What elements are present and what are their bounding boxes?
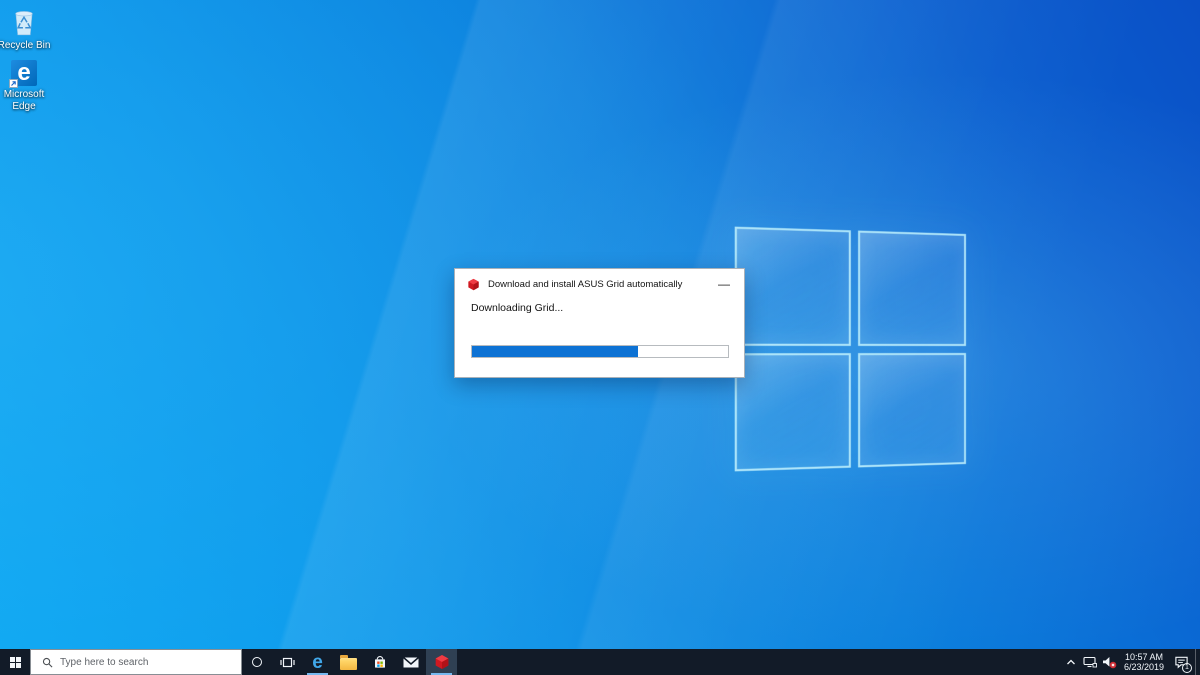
- windows-logo-pane: [735, 227, 851, 346]
- search-icon: [42, 657, 53, 668]
- desktop-icon-label: Recycle Bin: [0, 40, 50, 52]
- ethernet-network-icon: [1083, 656, 1097, 668]
- volume-muted-button[interactable]: [1099, 649, 1120, 675]
- taskbar-store-button[interactable]: [364, 649, 395, 675]
- windows-start-icon: [10, 657, 21, 668]
- start-button[interactable]: [0, 649, 30, 675]
- hidden-icons-button[interactable]: [1062, 649, 1080, 675]
- taskbar: e: [0, 649, 1200, 675]
- taskbar-file-explorer-button[interactable]: [333, 649, 364, 675]
- cortana-icon: [252, 657, 262, 667]
- download-progress-bar: [471, 345, 729, 358]
- show-desktop-button[interactable]: [1195, 649, 1200, 675]
- windows-logo-pane: [735, 353, 851, 472]
- shortcut-arrow-icon: [9, 79, 18, 88]
- search-input[interactable]: [60, 657, 215, 668]
- dialog-title: Download and install ASUS Grid automatic…: [488, 279, 710, 290]
- asus-grid-installer-dialog: Download and install ASUS Grid automatic…: [454, 268, 745, 378]
- desktop-icon-microsoft-edge[interactable]: e Microsoft Edge: [0, 60, 54, 113]
- speaker-muted-icon: [1102, 656, 1117, 669]
- asus-grid-icon: [434, 654, 450, 670]
- mail-icon: [402, 655, 420, 669]
- taskbar-edge-button[interactable]: e: [302, 649, 333, 675]
- asus-grid-icon: [467, 278, 480, 291]
- desktop-icon-recycle-bin[interactable]: Recycle Bin: [0, 7, 54, 52]
- network-status-button[interactable]: [1080, 649, 1099, 675]
- notification-badge: 1: [1182, 663, 1192, 673]
- taskbar-clock[interactable]: 10:57 AM 6/23/2019: [1120, 649, 1168, 675]
- edge-icon: e: [312, 653, 323, 672]
- microsoft-store-icon: [372, 654, 388, 670]
- dialog-titlebar[interactable]: Download and install ASUS Grid automatic…: [455, 269, 744, 299]
- windows-logo: [735, 227, 966, 472]
- download-status-text: Downloading Grid...: [471, 302, 563, 314]
- clock-date: 6/23/2019: [1124, 662, 1164, 673]
- windows-logo-pane: [858, 353, 966, 468]
- windows-logo-pane: [858, 231, 966, 346]
- file-explorer-icon: [340, 658, 357, 670]
- task-view-button[interactable]: [272, 649, 302, 675]
- system-tray: 10:57 AM 6/23/2019 1: [1062, 649, 1200, 675]
- action-center-button[interactable]: 1: [1168, 649, 1195, 675]
- minimize-button[interactable]: —: [710, 273, 738, 295]
- task-view-icon: [280, 656, 295, 669]
- taskbar-search-box[interactable]: [30, 649, 242, 675]
- recycle-bin-icon: [10, 7, 38, 37]
- desktop-wallpaper: Recycle Bin e Microsoft Edge Download an…: [0, 0, 1200, 675]
- edge-letter: e: [17, 62, 30, 84]
- cortana-button[interactable]: [242, 649, 272, 675]
- edge-icon: e: [11, 60, 37, 86]
- progress-fill: [472, 346, 638, 357]
- chevron-up-icon: [1066, 658, 1076, 666]
- taskbar-mail-button[interactable]: [395, 649, 426, 675]
- clock-time: 10:57 AM: [1125, 652, 1163, 663]
- desktop-icon-label: Microsoft Edge: [0, 89, 48, 113]
- taskbar-asus-grid-button[interactable]: [426, 649, 457, 675]
